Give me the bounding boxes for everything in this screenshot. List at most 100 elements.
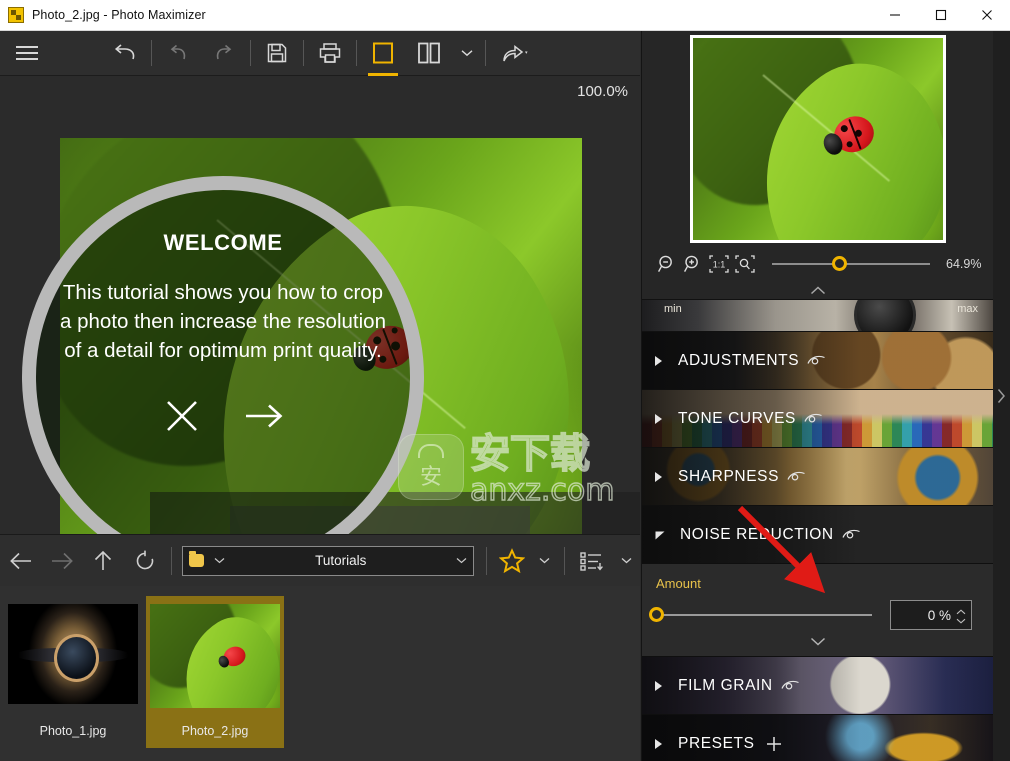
maximize-button[interactable]	[918, 0, 964, 31]
view-dropdown[interactable]	[452, 32, 482, 75]
eye-icon[interactable]	[807, 354, 826, 367]
welcome-next-button[interactable]	[241, 393, 287, 439]
path-dropdown-chevron-icon[interactable]	[456, 557, 467, 564]
triangle-right-icon[interactable]	[654, 355, 664, 367]
triangle-right-icon[interactable]	[654, 738, 664, 750]
panel-expand-button[interactable]	[993, 31, 1010, 761]
section-adjustments[interactable]: ADJUSTMENTS	[642, 332, 994, 390]
sort-button[interactable]	[571, 541, 612, 581]
thumbnail-image	[150, 604, 280, 708]
file-browser-toolbar: Tutorials	[0, 534, 640, 586]
eye-icon[interactable]	[804, 412, 823, 425]
section-title: FILM GRAIN	[678, 676, 773, 694]
file-browser-filmstrip[interactable]: Photo_1.jpg Photo_2.jpg	[0, 586, 640, 761]
triangle-right-icon[interactable]	[654, 471, 664, 483]
amount-value: 0 %	[927, 607, 951, 623]
path-field[interactable]: Tutorials	[182, 545, 475, 576]
back-button[interactable]	[0, 541, 41, 581]
tools-panel: 1:1 64.9% min max ADJUSTMENTS TONE CURVE…	[641, 31, 1010, 761]
triangle-right-icon[interactable]	[654, 413, 664, 425]
section-title: SHARPNESS	[678, 467, 780, 485]
browser-separator	[486, 546, 488, 575]
up-button[interactable]	[83, 541, 124, 581]
path-root-chevron-icon[interactable]	[214, 557, 225, 564]
eye-icon[interactable]	[842, 528, 861, 541]
navigator-zoom-handle[interactable]	[832, 256, 847, 271]
zoom-out-icon[interactable]	[654, 251, 680, 277]
browser-separator	[171, 546, 173, 575]
fit-to-screen-icon[interactable]	[732, 251, 758, 277]
section-title: PRESETS	[678, 734, 755, 752]
eye-icon[interactable]	[781, 679, 800, 692]
close-button[interactable]	[964, 0, 1010, 31]
partial-panel-max-label: max	[957, 303, 978, 315]
amount-slider-handle[interactable]	[649, 607, 664, 622]
eye-icon[interactable]	[787, 470, 806, 483]
section-title: TONE CURVES	[678, 409, 796, 427]
stepper-arrows[interactable]	[955, 601, 967, 631]
path-text: Tutorials	[315, 553, 367, 568]
amount-label: Amount	[656, 576, 701, 591]
window-controls	[872, 0, 1010, 31]
amount-stepper[interactable]: 0 %	[890, 600, 972, 630]
window-title: Photo_2.jpg - Photo Maximizer	[32, 8, 206, 22]
navigator-collapse-button[interactable]	[642, 281, 994, 299]
section-tone-curves[interactable]: TONE CURVES	[642, 390, 994, 448]
triangle-down-icon[interactable]	[654, 529, 666, 541]
section-film-grain[interactable]: FILM GRAIN	[642, 657, 994, 715]
undo-button[interactable]	[155, 32, 201, 75]
amount-row: 0 %	[649, 600, 980, 630]
triangle-right-icon[interactable]	[654, 680, 664, 692]
sort-dropdown[interactable]	[612, 541, 640, 581]
minimize-button[interactable]	[872, 0, 918, 31]
toolbar-separator	[151, 40, 152, 66]
split-view-button[interactable]	[406, 32, 452, 75]
noise-reduction-collapse-button[interactable]	[656, 630, 980, 652]
print-button[interactable]	[307, 32, 353, 75]
section-title: ADJUSTMENTS	[678, 351, 800, 369]
menu-button[interactable]	[4, 32, 50, 75]
toolbar-separator	[303, 40, 304, 66]
navigator-zoom-slider[interactable]	[772, 256, 930, 271]
navigator-image	[690, 35, 946, 243]
redo-button[interactable]	[201, 32, 247, 75]
image-canvas[interactable]: 100.0% WELCOME This tutorial shows you h…	[0, 76, 640, 534]
welcome-close-button[interactable]	[159, 393, 205, 439]
partial-panel[interactable]: min max	[642, 299, 994, 332]
toolbar-separator	[485, 40, 486, 66]
welcome-title: WELCOME	[163, 230, 283, 255]
amount-slider[interactable]	[649, 607, 872, 622]
section-sharpness[interactable]: SHARPNESS	[642, 448, 994, 506]
navigator-zoom-value: 64.9%	[946, 257, 982, 271]
save-button[interactable]	[254, 32, 300, 75]
browser-separator	[564, 546, 566, 575]
welcome-actions	[159, 393, 287, 439]
actual-size-icon[interactable]: 1:1	[706, 251, 732, 277]
folder-icon	[189, 551, 205, 567]
zoom-in-icon[interactable]	[680, 251, 706, 277]
favorites-button[interactable]	[493, 542, 530, 580]
tool-sections: ADJUSTMENTS TONE CURVES SHARPNESS NOISE …	[642, 332, 994, 761]
partial-panel-min-label: min	[664, 303, 682, 315]
section-presets[interactable]: PRESETS	[642, 715, 994, 761]
favorites-dropdown[interactable]	[531, 541, 559, 581]
toolbar-separator	[356, 40, 357, 66]
refresh-button[interactable]	[124, 541, 165, 581]
navigator-preview[interactable]	[642, 31, 994, 247]
single-view-button[interactable]	[360, 32, 406, 76]
share-button[interactable]	[489, 32, 543, 75]
thumbnail-image	[8, 604, 138, 704]
welcome-body: This tutorial shows you how to crop a ph…	[60, 281, 386, 362]
navigator-zoom-controls: 1:1 64.9%	[642, 247, 994, 281]
section-title: NOISE REDUCTION	[680, 525, 834, 543]
list-item[interactable]: Photo_1.jpg	[4, 596, 142, 748]
revert-button[interactable]	[102, 32, 148, 75]
plus-icon[interactable]	[765, 735, 783, 753]
app-icon	[8, 7, 24, 23]
canvas-zoom-label: 100.0%	[577, 83, 628, 100]
noise-reduction-body: Amount 0 %	[642, 564, 994, 657]
watermark-cn-text: 安下载	[469, 431, 591, 477]
list-item[interactable]: Photo_2.jpg	[146, 596, 284, 748]
forward-button[interactable]	[41, 541, 82, 581]
section-noise-reduction[interactable]: NOISE REDUCTION	[642, 506, 994, 564]
